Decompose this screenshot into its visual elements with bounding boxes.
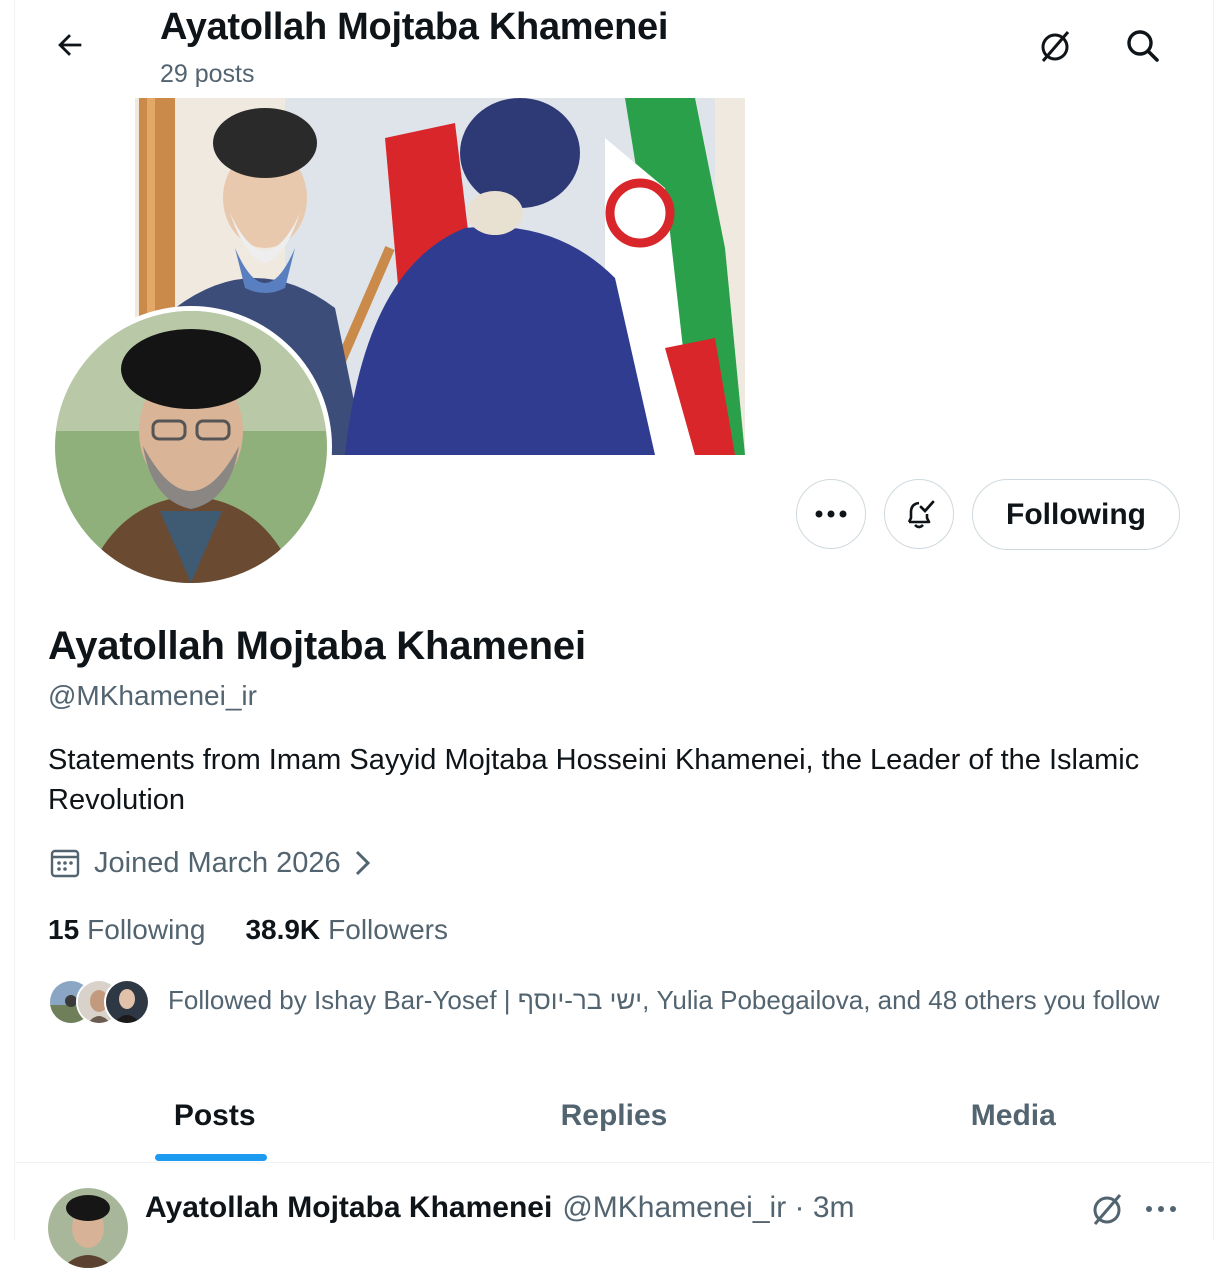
profile-page: Ayatollah Mojtaba Khamenei 29 posts Foll… bbox=[14, 0, 1214, 1268]
profile-tabs: Posts Replies Media bbox=[15, 1070, 1213, 1163]
arrow-left-icon[interactable] bbox=[53, 28, 87, 62]
grok-icon[interactable] bbox=[1035, 26, 1075, 66]
following-count-link[interactable]: 15 Following bbox=[48, 914, 205, 946]
profile-name: Ayatollah Mojtaba Khamenei bbox=[48, 624, 586, 668]
followers-count: 38.9K bbox=[245, 914, 321, 945]
follower-avatar bbox=[104, 979, 150, 1025]
follow-stats: 15 Following 38.9K Followers bbox=[48, 914, 448, 946]
followers-count-link[interactable]: 38.9K Followers bbox=[245, 914, 448, 946]
joined-text: Joined March 2026 bbox=[94, 846, 341, 879]
followers-label: Followers bbox=[328, 914, 448, 945]
tab-replies[interactable]: Replies bbox=[414, 1070, 813, 1162]
active-tab-indicator bbox=[155, 1154, 267, 1161]
post-meta: @MKhamenei_ir · 3m bbox=[562, 1191, 855, 1224]
header-name: Ayatollah Mojtaba Khamenei bbox=[160, 6, 669, 48]
header-posts-count: 29 posts bbox=[160, 60, 255, 88]
followed-by-text: Followed by Ishay Bar-Yosef | ישי בר-יוס… bbox=[168, 984, 1160, 1015]
grok-icon[interactable] bbox=[1087, 1189, 1127, 1229]
top-bar: Ayatollah Mojtaba Khamenei 29 posts bbox=[15, 0, 1213, 98]
post-header: Ayatollah Mojtaba Khamenei @MKhamenei_ir… bbox=[145, 1191, 855, 1225]
joined-date[interactable]: Joined March 2026 bbox=[48, 846, 375, 880]
post-avatar[interactable] bbox=[48, 1188, 128, 1268]
chevron-right-icon bbox=[355, 850, 370, 876]
profile-avatar[interactable] bbox=[50, 306, 332, 588]
following-label: Following bbox=[87, 914, 206, 945]
tab-posts[interactable]: Posts bbox=[15, 1070, 414, 1162]
followed-by[interactable]: Followed by Ishay Bar-Yosef | ישי בר-יוס… bbox=[48, 975, 1160, 1025]
search-icon[interactable] bbox=[1123, 26, 1163, 66]
more-horizontal-icon[interactable] bbox=[1143, 1191, 1179, 1227]
following-button[interactable]: Following bbox=[972, 479, 1180, 550]
followed-by-avatars bbox=[48, 976, 150, 1025]
following-count: 15 bbox=[48, 914, 80, 945]
notifications-button[interactable] bbox=[884, 479, 954, 549]
bell-check-icon bbox=[907, 500, 935, 529]
profile-bio: Statements from Imam Sayyid Mojtaba Hoss… bbox=[48, 744, 1140, 816]
calendar-icon bbox=[50, 849, 80, 878]
tab-media[interactable]: Media bbox=[814, 1070, 1213, 1162]
post-item[interactable]: Ayatollah Mojtaba Khamenei @MKhamenei_ir… bbox=[15, 1163, 1213, 1268]
profile-handle: @MKhamenei_ir bbox=[48, 680, 257, 711]
more-options-button[interactable] bbox=[796, 479, 866, 549]
post-author-name[interactable]: Ayatollah Mojtaba Khamenei bbox=[145, 1191, 552, 1225]
more-horizontal-icon bbox=[815, 510, 847, 518]
